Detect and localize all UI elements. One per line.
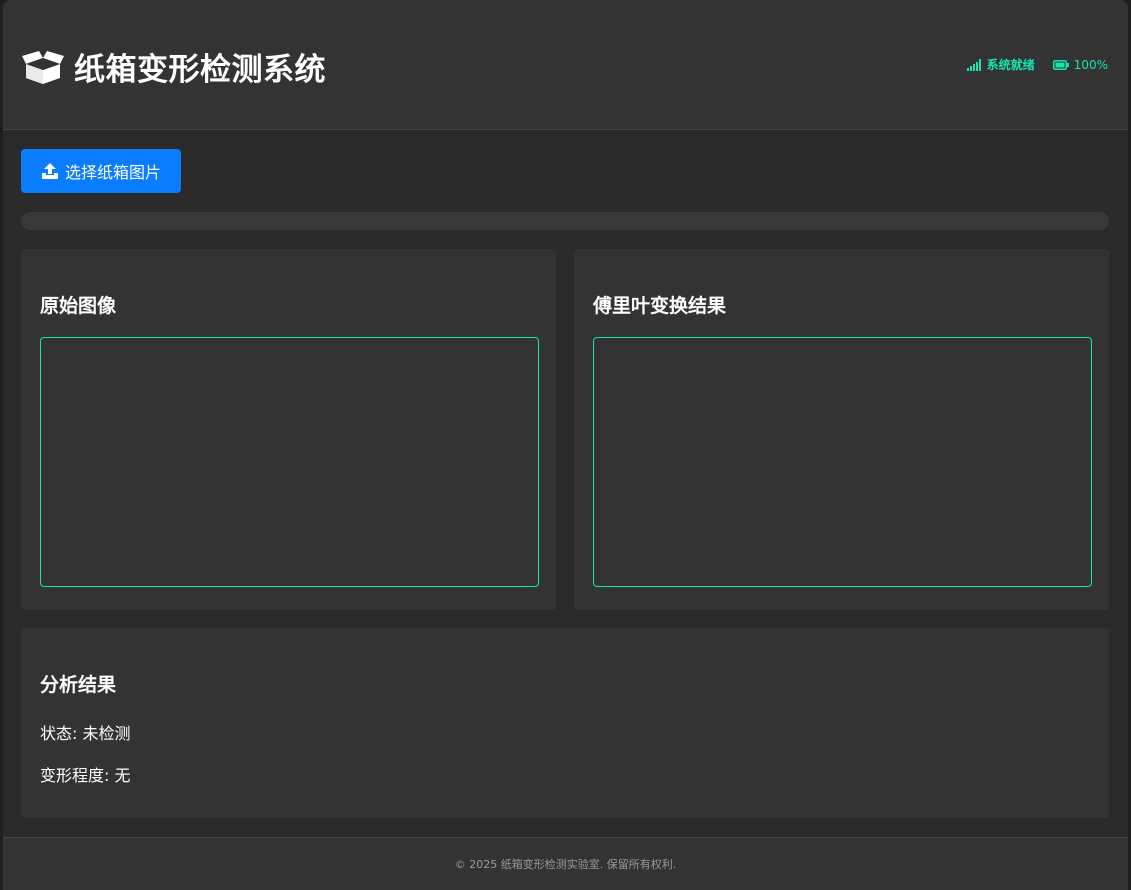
system-status-label: 系统就绪 [986,58,1035,72]
select-image-button[interactable]: 选择纸箱图片 [21,149,181,193]
analysis-panel: 分析结果 状态: 未检测 变形程度: 无 [21,628,1109,818]
battery-icon [1052,59,1069,70]
brand: 纸箱变形检测系统 [22,44,326,89]
page-title: 纸箱变形检测系统 [74,52,326,88]
copyright-text: © 2025 纸箱变形检测实验室. 保留所有权利. [454,858,677,871]
box-open-icon [22,50,64,84]
upload-icon [41,163,58,179]
status-bar: 系统就绪 100% [966,56,1108,73]
battery-status: 100% [1052,57,1108,72]
fourier-result-frame [593,337,1092,587]
fourier-result-panel: 傅里叶变换结果 [574,249,1109,610]
battery-label: 100% [1073,57,1108,72]
progress-bar [21,212,1109,230]
header: 纸箱变形检测系统 系统就绪 100% [3,0,1128,130]
original-image-panel: 原始图像 [21,249,556,610]
signal-icon [966,58,981,71]
original-image-frame [40,337,539,587]
original-image-title: 原始图像 [40,295,117,317]
footer: © 2025 纸箱变形检测实验室. 保留所有权利. [3,837,1128,890]
detection-status: 状态: 未检测 [40,724,131,743]
system-status: 系统就绪 [966,56,1035,73]
select-image-label: 选择纸箱图片 [64,163,161,182]
deformation-degree: 变形程度: 无 [40,766,131,785]
analysis-title: 分析结果 [40,674,117,696]
app-window: 纸箱变形检测系统 系统就绪 100% 选择纸箱图片 原始图像 傅里叶变换结果 分… [3,0,1128,890]
fourier-result-title: 傅里叶变换结果 [593,295,727,317]
